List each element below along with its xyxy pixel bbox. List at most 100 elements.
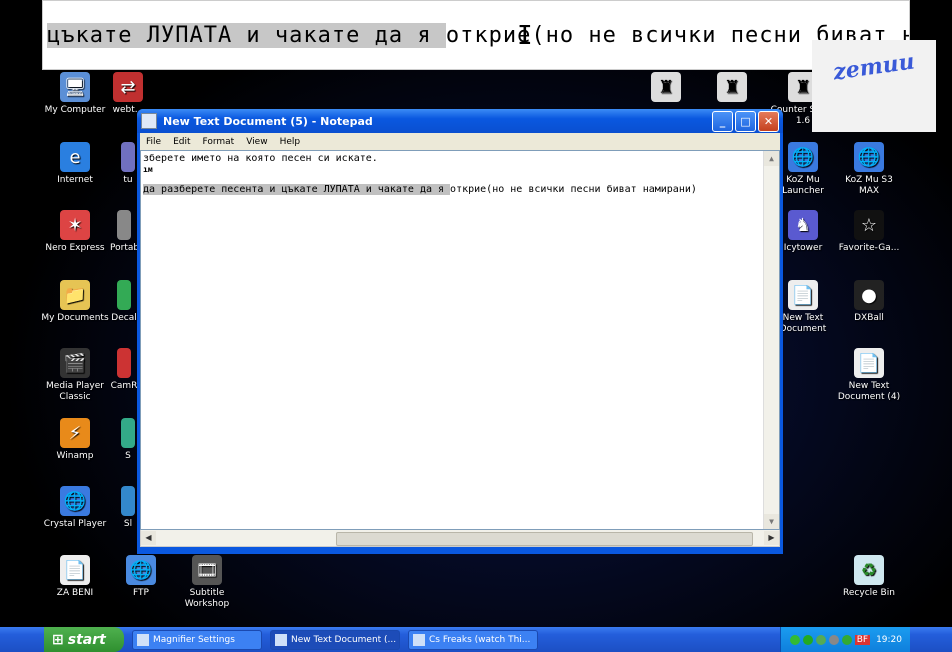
maximize-button[interactable]: □ [735,110,756,132]
nero-icon: ✶ [60,210,90,240]
tower-icon: ♞ [788,210,818,240]
notepad-icon [141,113,157,129]
notepad-window[interactable]: New Text Document (5) - Notepad _ □ ✕ Fi… [137,109,783,554]
app-icon [121,486,135,516]
menu-view[interactable]: View [240,137,273,147]
computer-icon: 🖥 [60,72,90,102]
ftp-icon[interactable]: 🌐 FTP [106,555,176,599]
app-icon [121,142,135,172]
flag-icon: ⇄ [113,72,143,102]
start-button[interactable]: ⊞ start [44,627,124,652]
bluetooth-icon[interactable] [828,634,839,645]
new-text-document-4-icon[interactable]: 📄 New Text Document (4) [834,348,904,403]
nero-express-icon[interactable]: ✶ Nero Express [40,210,110,254]
globe-icon: 🌐 [854,142,884,172]
tray-icon[interactable] [815,634,826,645]
minimize-button[interactable]: _ [712,110,733,132]
selected-text: да разберете песента и цъкате ЛУПАТА и ч… [143,184,451,195]
globe-icon: 🌐 [126,555,156,585]
internet-icon[interactable]: e Internet [40,142,110,186]
app-icon [117,280,131,310]
document-icon: 📄 [60,555,90,585]
task-cs-freaks[interactable]: Cs Freaks (watch Thi... [408,629,538,650]
star-icon: ☆ [854,210,884,240]
horizontal-scrollbar[interactable]: ◀ ▶ [140,530,780,547]
tray-icon[interactable] [789,634,800,645]
subtitle-workshop-icon[interactable]: 🎞 Subtitle Workshop [172,555,242,610]
channel-logo: zemuu [812,40,936,132]
magnifier-view: цъкате ЛУПАТА и чакате да я открие(но не… [42,0,910,70]
text-line-1: зберете името на която песен си искате. [143,153,378,164]
ie-icon: e [60,142,90,172]
bolt-icon: ⚡ [60,418,90,448]
tray-icon[interactable] [802,634,813,645]
recycle-icon: ♻ [854,555,884,585]
cs-shortcut-1[interactable]: ♜ [636,72,696,105]
film-icon: 🎬 [60,348,90,378]
app-icon [117,210,131,240]
magnifier-icon [137,633,149,646]
za-beni-icon[interactable]: 📄 ZA BENI [40,555,110,599]
text-line-3: да разберете песента и цъкате ЛУПАТА и ч… [143,184,697,195]
tu-icon[interactable]: tu [118,142,138,186]
ball-icon: ● [854,280,884,310]
decal-icon[interactable]: Decal [110,280,138,324]
scroll-thumb[interactable] [336,532,753,546]
vertical-scrollbar[interactable]: ▲ ▼ [763,151,779,529]
scroll-track[interactable] [156,531,764,546]
scroll-right-icon[interactable]: ▶ [764,531,779,545]
my-computer-icon[interactable]: 🖥 My Computer [40,72,110,116]
text-line-2: ıм [143,165,153,174]
menu-file[interactable]: File [140,137,167,147]
task-magnifier-settings[interactable]: Magnifier Settings [132,629,262,650]
dxball-icon[interactable]: ● DXBall [834,280,904,324]
scroll-up-icon[interactable]: ▲ [764,151,779,166]
sl-icon[interactable]: Sl [118,486,138,530]
close-button[interactable]: ✕ [758,110,779,132]
scroll-down-icon[interactable]: ▼ [764,514,779,529]
taskbar: ⊞ start Magnifier Settings New Text Docu… [0,627,952,652]
winamp-icon[interactable]: ⚡ Winamp [40,418,110,462]
task-notepad[interactable]: New Text Document (... [270,629,400,650]
clock: 19:20 [876,634,902,645]
menu-edit[interactable]: Edit [167,137,196,147]
document-icon: 📄 [854,348,884,378]
koz-mu-s3-max-icon[interactable]: 🌐 KoZ Mu S3 MAX [834,142,904,197]
logo-text: zemuu [831,48,917,86]
s-icon[interactable]: S [118,418,138,462]
cs-shortcut-2[interactable]: ♜ [702,72,762,105]
magnified-text: цъкате ЛУПАТА и чакате да я открие(но не… [47,23,909,48]
menu-format[interactable]: Format [197,137,241,147]
globe-icon: 🌐 [60,486,90,516]
window-title: New Text Document (5) - Notepad [163,114,373,128]
app-icon [117,348,131,378]
language-indicator[interactable]: BF [854,634,871,645]
portab-icon[interactable]: Portab [110,210,138,254]
crystal-player-icon[interactable]: 🌐 Crystal Player [40,486,110,530]
folder-icon: 📁 [60,280,90,310]
media-player-classic-icon[interactable]: 🎬 Media Player Classic [40,348,110,403]
text-cursor-icon: I [517,21,533,51]
soldier-icon: ♜ [651,72,681,102]
menubar: File Edit Format View Help [140,133,780,150]
magnified-selection: цъкате ЛУПАТА и чакате да я [47,23,446,48]
menu-help[interactable]: Help [274,137,307,147]
scroll-left-icon[interactable]: ◀ [141,531,156,545]
recycle-bin-icon[interactable]: ♻ Recycle Bin [834,555,904,599]
camr-icon[interactable]: CamR [110,348,138,392]
text-area[interactable]: зберете името на която песен си искате. … [140,150,780,530]
favorite-games-icon[interactable]: ☆ Favorite-Ga... [834,210,904,254]
app-icon [121,418,135,448]
notepad-titlebar[interactable]: New Text Document (5) - Notepad _ □ ✕ [137,109,783,133]
soldier-icon: ♜ [717,72,747,102]
document-icon: 📄 [788,280,818,310]
system-tray: BF 19:20 [780,627,910,652]
tray-icon[interactable] [841,634,852,645]
film-icon: 🎞 [192,555,222,585]
unselected-text: открие(но не всички песни биват намирани… [450,184,697,195]
notepad-icon [275,633,287,646]
my-documents-icon[interactable]: 📁 My Documents [40,280,110,324]
browser-icon [413,633,425,646]
globe-icon: 🌐 [788,142,818,172]
windows-flag-icon: ⊞ [52,631,64,648]
